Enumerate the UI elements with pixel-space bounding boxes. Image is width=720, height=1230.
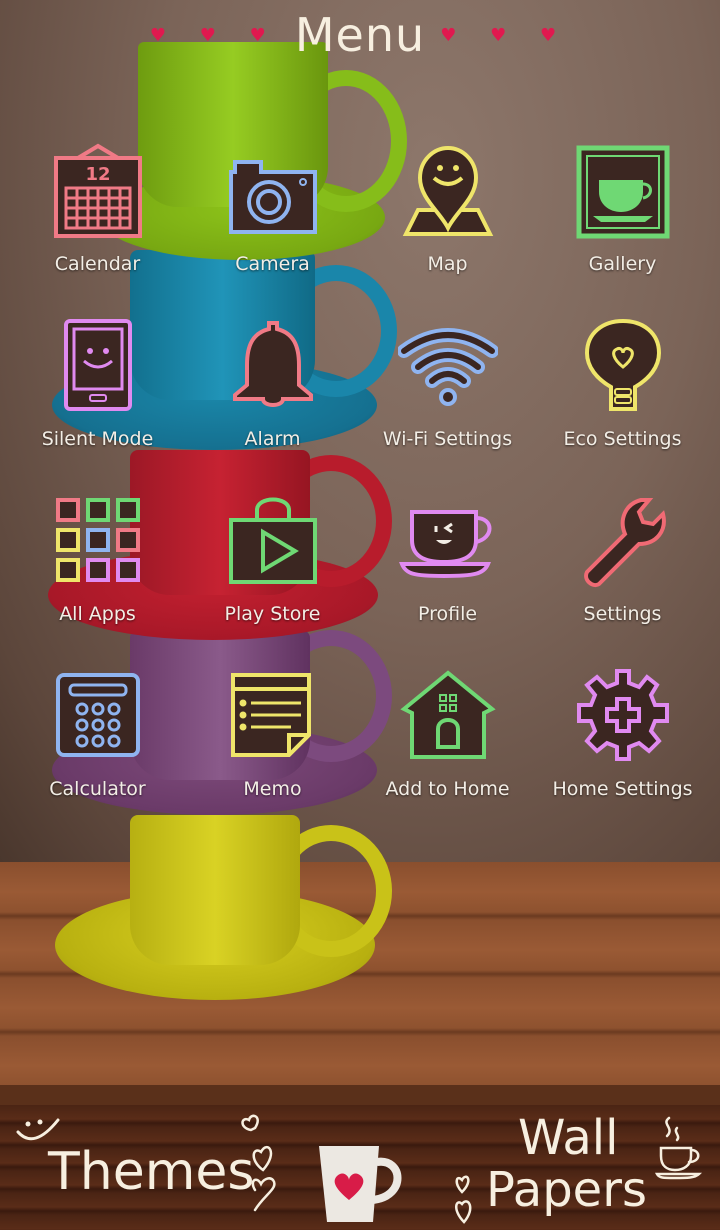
menu-item-label: Camera xyxy=(235,253,310,275)
menu-item-label: Gallery xyxy=(588,253,657,275)
menu-item-label: Silent Mode xyxy=(41,428,154,450)
calendar-icon: 12 xyxy=(53,143,142,238)
menu-item-add-to-home[interactable]: Add to Home xyxy=(360,665,535,825)
menu-item-home-settings[interactable]: Home Settings xyxy=(535,665,710,825)
hearts-doodle-icon xyxy=(241,1114,276,1212)
home-menu-screen: ♥ ♥ ♥ Menu ♥ ♥ ♥ 12 Calendar Camera Map … xyxy=(0,0,720,1230)
calculator-icon xyxy=(55,673,140,757)
menu-item-label: Wi-Fi Settings xyxy=(382,428,513,450)
camera-icon xyxy=(228,160,317,234)
wrench-icon xyxy=(583,498,666,587)
phone-icon xyxy=(63,319,132,411)
gear-plus-icon xyxy=(576,669,669,761)
hearts-right-decoration: ♥ ♥ ♥ xyxy=(440,24,571,46)
menu-item-all-apps[interactable]: All Apps xyxy=(10,490,185,650)
lightbulb-icon xyxy=(584,318,661,411)
bell-icon xyxy=(232,321,313,407)
gallery-cup-icon xyxy=(576,145,669,239)
menu-item-memo[interactable]: Memo xyxy=(185,665,360,825)
menu-item-label: Eco Settings xyxy=(563,428,682,450)
wallpapers-label-line2: Papers xyxy=(486,1162,647,1218)
menu-item-label: Memo xyxy=(243,778,302,800)
themes-label: Themes xyxy=(48,1142,255,1202)
menu-item-label: Calendar xyxy=(54,253,141,275)
menu-item-play-store[interactable]: Play Store xyxy=(185,490,360,650)
wallpapers-label-line1: Wall xyxy=(518,1110,619,1166)
memo-icon xyxy=(230,673,311,757)
mug-heart-icon xyxy=(319,1146,402,1222)
house-icon xyxy=(399,670,496,759)
coffee-mug-icon[interactable] xyxy=(315,1140,405,1225)
teacup-face-icon xyxy=(398,510,491,579)
themes-button[interactable]: Themes xyxy=(10,1110,285,1225)
menu-item-profile[interactable]: Profile xyxy=(360,490,535,650)
menu-item-label: Profile xyxy=(417,603,478,625)
calendar-day-number: 12 xyxy=(85,164,110,185)
menu-item-label: Add to Home xyxy=(385,778,510,800)
steaming-cup-doodle-icon xyxy=(655,1116,703,1180)
menu-item-label: Alarm xyxy=(244,428,301,450)
wallpaper-table-edge xyxy=(0,1085,720,1105)
hearts-left-decoration: ♥ ♥ ♥ xyxy=(149,24,280,46)
menu-item-label: Play Store xyxy=(224,603,321,625)
menu-item-label: Home Settings xyxy=(552,778,693,800)
menu-item-calculator[interactable]: Calculator xyxy=(10,665,185,825)
hearts-doodle-icon xyxy=(455,1175,472,1224)
menu-header: ♥ ♥ ♥ Menu ♥ ♥ ♥ xyxy=(0,8,720,62)
menu-item-label: Calculator xyxy=(49,778,146,800)
menu-item-label: Map xyxy=(427,253,468,275)
menu-item-camera[interactable]: Camera xyxy=(185,140,360,300)
menu-item-map[interactable]: Map xyxy=(360,140,535,300)
page-title: Menu xyxy=(294,8,426,62)
app-grid-icon xyxy=(55,498,140,582)
menu-item-silent-mode[interactable]: Silent Mode xyxy=(10,315,185,475)
menu-item-calendar[interactable]: 12 Calendar xyxy=(10,140,185,300)
menu-item-alarm[interactable]: Alarm xyxy=(185,315,360,475)
menu-item-gallery[interactable]: Gallery xyxy=(535,140,710,300)
wallpapers-button[interactable]: Wall Papers xyxy=(450,1110,710,1225)
menu-item-eco-settings[interactable]: Eco Settings xyxy=(535,315,710,475)
menu-item-wifi-settings[interactable]: Wi-Fi Settings xyxy=(360,315,535,475)
shopping-bag-play-icon xyxy=(228,497,317,584)
wifi-icon xyxy=(397,328,498,406)
menu-item-label: Settings xyxy=(583,603,662,625)
map-pin-icon xyxy=(402,145,493,236)
menu-item-settings[interactable]: Settings xyxy=(535,490,710,650)
menu-item-label: All Apps xyxy=(59,603,136,625)
